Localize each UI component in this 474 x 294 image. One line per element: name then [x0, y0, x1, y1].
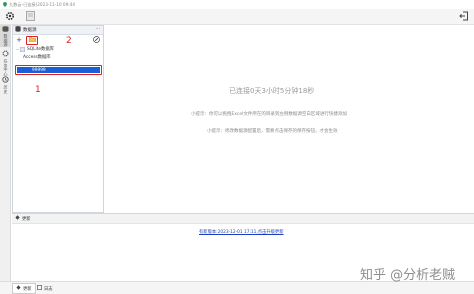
- status-tab-label: 更新: [23, 286, 32, 292]
- edit-icon: [92, 35, 100, 45]
- database-icon: [2, 26, 9, 34]
- tab-datasource-label: 数据源: [3, 34, 9, 47]
- panel-menu-button[interactable]: ···: [96, 27, 100, 32]
- update-icon: [16, 285, 21, 292]
- toolbar: [0, 9, 474, 25]
- page-button[interactable]: [24, 11, 36, 23]
- connection-status-text: 已连接0天3小时5分钟18秒: [229, 87, 315, 95]
- status-tab-update[interactable]: 更新: [12, 283, 36, 294]
- datasource-panel-title: 数据源: [23, 28, 37, 33]
- datasource-panel-header: 数据源 ···: [13, 26, 103, 35]
- location-pin-icon: [3, 2, 7, 7]
- watermark: 知乎 @分析老贼: [360, 268, 456, 283]
- add-datasource-button[interactable]: +: [15, 36, 23, 44]
- gear-icon: [2, 50, 9, 59]
- database-icon: [20, 46, 25, 52]
- folder-icon: [28, 36, 36, 44]
- annotation-2: 2: [66, 36, 72, 46]
- update-panel-header: 更新: [12, 214, 474, 224]
- datasource-toolbar: +: [13, 35, 103, 45]
- datasource-tree: − SQLite数据库 Access数据库: [13, 45, 103, 61]
- status-tab-log[interactable]: 日志: [34, 283, 56, 294]
- title-bar: 九数云-已连接(2023-11-10 09:44: [0, 0, 474, 9]
- log-icon: [37, 285, 42, 292]
- tree-item-sqlite[interactable]: − SQLite数据库: [15, 45, 103, 53]
- tab-datasource[interactable]: 数据源: [0, 25, 11, 47]
- annotation-1: 1: [35, 85, 41, 95]
- update-panel-title: 更新: [22, 216, 31, 222]
- edit-button[interactable]: [92, 35, 100, 45]
- history-icon: [2, 76, 9, 85]
- folder-button[interactable]: [26, 35, 38, 45]
- gear-icon: [5, 11, 15, 23]
- tab-task-center[interactable]: 任务中心: [0, 49, 11, 77]
- left-tab-strip: 数据源 任务中心 历史: [0, 25, 11, 281]
- tip-drag-excel: 小提示：你可以拖拽Excel文件所在的目录到左侧数据源空白区域进行快捷添加: [191, 112, 347, 117]
- tab-history[interactable]: 历史: [0, 75, 11, 97]
- logout-button[interactable]: [458, 11, 470, 23]
- window-title: 九数云-已连接(2023-11-10 09:44: [9, 1, 76, 7]
- page-icon: [25, 11, 35, 23]
- update-icon: [15, 215, 20, 222]
- status-tab-label: 日志: [44, 286, 53, 292]
- tree-item-label: 99999: [32, 67, 46, 73]
- tab-history-label: 历史: [3, 85, 9, 94]
- tab-task-center-label: 任务中心: [3, 59, 9, 77]
- tree-item-selected[interactable]: 99999: [17, 67, 100, 73]
- tree-item-label: SQLite数据库: [27, 47, 54, 52]
- datasource-panel: 数据源 ··· + − SQLite数据库 Access数据库 99999: [12, 25, 104, 213]
- upgrade-link[interactable]: 有新版本:2023-12-01 17:11,点击升级更新: [199, 229, 284, 235]
- tree-item-access[interactable]: Access数据库: [15, 53, 103, 61]
- settings-button[interactable]: [4, 11, 16, 23]
- selection-highlight: 99999: [15, 65, 102, 75]
- database-icon: [15, 26, 21, 34]
- logout-icon: [459, 11, 469, 23]
- tip-save-config: 小提示：修改数据源配置后，需要点击保存的保存按钮，才会生效: [207, 129, 338, 134]
- tree-item-label: Access数据库: [23, 55, 51, 60]
